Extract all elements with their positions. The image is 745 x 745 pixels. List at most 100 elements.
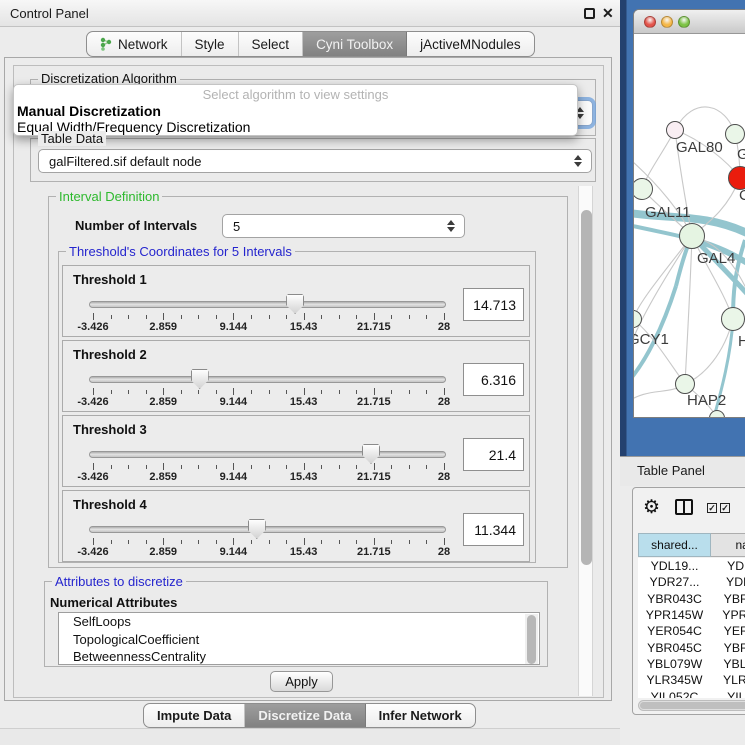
network-node[interactable] (721, 307, 745, 331)
table-row[interactable]: YDR27...YDR27... (638, 574, 745, 590)
cell-name[interactable]: YLR345W (711, 672, 745, 688)
tick-mark (216, 465, 217, 469)
slider-track[interactable] (89, 376, 446, 383)
cell-name[interactable]: YBR045C (711, 639, 745, 655)
tick-mark (321, 390, 322, 394)
attribute-item-selfloops[interactable]: SelfLoops (59, 613, 539, 631)
cell-shared-name[interactable]: YDR27... (638, 574, 711, 590)
float-window-icon[interactable] (584, 8, 595, 19)
table-row[interactable]: YPR145WYPR145W (638, 607, 745, 623)
table-row[interactable]: YIL052CYIL052C (638, 688, 745, 698)
threshold-value-field[interactable]: 11.344 (463, 513, 524, 546)
tick-mark (146, 465, 147, 469)
threshold-value-field[interactable]: 21.4 (463, 438, 524, 471)
threshold-value-field[interactable]: 6.316 (463, 363, 524, 396)
cell-shared-name[interactable]: YPR145W (638, 607, 711, 623)
tick-mark (426, 390, 427, 394)
numerical-attributes-list[interactable]: SelfLoopsTopologicalCoefficientBetweenne… (58, 612, 540, 665)
cell-name[interactable]: YER054C (711, 623, 745, 639)
column-header-name[interactable]: name (711, 533, 745, 557)
network-window-titlebar[interactable] (634, 10, 745, 34)
tab-jactivemnodules[interactable]: jActiveMNodules (407, 32, 534, 56)
tick-mark (391, 540, 392, 544)
cell-shared-name[interactable]: YDL19... (638, 558, 711, 574)
slider-track[interactable] (89, 526, 446, 533)
network-window[interactable]: GAL80GACGAL11GAL4GCY1HHAP2 (633, 9, 745, 418)
tab-network[interactable]: Network (87, 32, 182, 56)
slider-track[interactable] (89, 301, 446, 308)
checkbox-icon[interactable]: ✓ (720, 503, 730, 513)
tick-label: 15.43 (290, 396, 318, 408)
network-node[interactable] (666, 121, 684, 139)
attribute-item-topologicalcoefficient[interactable]: TopologicalCoefficient (59, 631, 539, 649)
columns-icon[interactable] (675, 499, 693, 515)
tab-style[interactable]: Style (182, 32, 239, 56)
tick-mark (374, 388, 375, 395)
tick-label: 28 (438, 546, 450, 558)
tick-mark (304, 538, 305, 545)
tick-mark (198, 540, 199, 544)
tab-label: Style (195, 37, 225, 52)
tab-impute-data[interactable]: Impute Data (144, 704, 245, 727)
slider-thumb[interactable] (248, 519, 266, 539)
table-row[interactable]: YBL079WYBL079W (638, 656, 745, 672)
cell-shared-name[interactable]: YBL079W (638, 656, 711, 672)
table-row[interactable]: YBR045CYBR045C (638, 639, 745, 655)
cell-name[interactable]: YPR145W (711, 607, 745, 623)
threshold-panel: Threshold 4 -3.4262.8599.14415.4321.7152… (62, 490, 530, 562)
table-row[interactable]: YDL19...YDL19... (638, 558, 745, 574)
checkbox-icon[interactable]: ✓ (707, 503, 717, 513)
close-window-icon[interactable] (644, 16, 656, 28)
network-canvas[interactable]: GAL80GACGAL11GAL4GCY1HHAP2 (634, 34, 745, 418)
tick-mark (163, 313, 164, 320)
attributes-group-label: Attributes to discretize (52, 574, 186, 589)
table-row[interactable]: YER054CYER054C (638, 623, 745, 639)
column-header-shared-name[interactable]: shared... (638, 533, 711, 557)
cell-name[interactable]: YBR043C (711, 591, 745, 607)
network-node[interactable] (679, 223, 705, 249)
network-node[interactable] (675, 374, 695, 394)
attribute-item-betweennesscentrality[interactable]: BetweennessCentrality (59, 648, 539, 665)
cell-name[interactable]: YBL079W (711, 656, 745, 672)
cell-shared-name[interactable]: YLR345W (638, 672, 711, 688)
table-row[interactable]: YLR345WYLR345W (638, 672, 745, 688)
list-scrollbar[interactable] (525, 614, 538, 665)
scrollbar-thumb[interactable] (640, 702, 745, 709)
scrollbar-thumb[interactable] (527, 615, 536, 664)
tick-mark (304, 463, 305, 470)
tab-discretize-data[interactable]: Discretize Data (245, 704, 365, 727)
minimize-window-icon[interactable] (661, 16, 673, 28)
tick-mark (269, 315, 270, 319)
gear-icon[interactable]: ⚙ (643, 496, 660, 519)
tab-infer-network[interactable]: Infer Network (366, 704, 475, 727)
zoom-window-icon[interactable] (678, 16, 690, 28)
network-node[interactable] (725, 124, 745, 144)
apply-button[interactable]: Apply (270, 671, 333, 692)
cell-shared-name[interactable]: YBR045C (638, 639, 711, 655)
table-horizontal-scrollbar[interactable] (638, 700, 745, 711)
algorithm-option-manual-discretization[interactable]: Manual Discretization (14, 103, 577, 119)
tick-mark (321, 540, 322, 544)
cell-name[interactable]: YDR27... (711, 574, 745, 590)
close-icon[interactable]: ✕ (602, 5, 614, 22)
tab-cyni-toolbox[interactable]: Cyni Toolbox (303, 32, 407, 56)
slider-track[interactable] (89, 451, 446, 458)
cell-shared-name[interactable]: YBR043C (638, 591, 711, 607)
slider-thumb[interactable] (286, 294, 304, 314)
cell-shared-name[interactable]: YIL052C (638, 688, 711, 698)
table-data-combobox[interactable]: galFiltered.sif default node (38, 149, 592, 173)
cell-name[interactable]: YDL19... (711, 558, 745, 574)
scrollbar-thumb[interactable] (581, 210, 592, 565)
cell-shared-name[interactable]: YER054C (638, 623, 711, 639)
slider-thumb[interactable] (191, 369, 209, 389)
threshold-label: Threshold 3 (73, 422, 147, 437)
number-of-intervals-spinner[interactable]: 5 (222, 214, 465, 238)
tick-mark (356, 465, 357, 469)
tick-mark (321, 315, 322, 319)
table-row[interactable]: YBR043CYBR043C (638, 591, 745, 607)
slider-thumb[interactable] (362, 444, 380, 464)
threshold-value-field[interactable]: 14.713 (463, 288, 524, 321)
form-vertical-scrollbar[interactable] (578, 186, 593, 696)
cell-name[interactable]: YIL052C (711, 688, 745, 698)
tab-select[interactable]: Select (239, 32, 304, 56)
